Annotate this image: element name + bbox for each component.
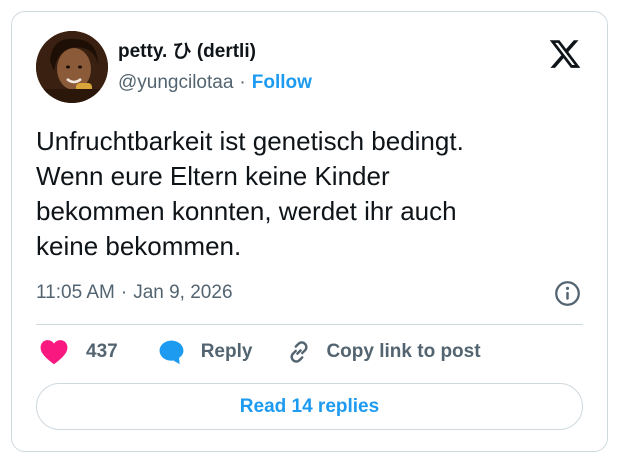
heart-icon bbox=[40, 340, 68, 365]
info-icon[interactable] bbox=[554, 280, 581, 307]
link-icon bbox=[290, 341, 308, 363]
copy-link-label: Copy link to post bbox=[326, 341, 481, 362]
tweet-text-line: Wenn eure Eltern keine Kinder bbox=[36, 161, 390, 191]
tweet-text: Unfruchtbarkeit ist genetisch bedingt. W… bbox=[36, 124, 556, 264]
reply-button[interactable]: Reply bbox=[158, 339, 253, 365]
profile-photo bbox=[36, 31, 108, 103]
tweet-date: Jan 9, 2026 bbox=[133, 282, 233, 303]
tweet-time: 11:05 AM bbox=[36, 282, 115, 303]
tweet-text-line: bekommen konnten, werdet ihr auch bbox=[36, 196, 457, 226]
timestamp[interactable]: 11:05 AM · Jan 9, 2026 bbox=[36, 278, 233, 308]
tweet-text-line: keine bekommen. bbox=[36, 231, 242, 261]
separator-dot: · bbox=[239, 72, 246, 93]
like-button[interactable]: 437 bbox=[40, 339, 118, 365]
tweet-card: petty. ひ (dertli) @yungcilotaa · Follow … bbox=[11, 11, 608, 452]
follow-button[interactable]: Follow bbox=[252, 72, 312, 94]
author-handle[interactable]: @yungcilotaa bbox=[118, 72, 233, 94]
reply-label: Reply bbox=[200, 341, 253, 362]
copy-link-button[interactable]: Copy link to post bbox=[286, 339, 481, 365]
author-display-name[interactable]: petty. ひ (dertli) bbox=[118, 36, 256, 63]
author-name-row: petty. ひ (dertli) bbox=[118, 36, 256, 62]
x-logo-icon[interactable] bbox=[548, 37, 582, 71]
read-replies-button[interactable]: Read 14 replies bbox=[36, 383, 583, 430]
speech-bubble-icon bbox=[159, 340, 184, 365]
divider bbox=[36, 324, 583, 325]
like-count: 437 bbox=[86, 341, 118, 362]
tweet-text-line: Unfruchtbarkeit ist genetisch bedingt. bbox=[36, 126, 464, 156]
author-handle-row: @yungcilotaa · Follow bbox=[118, 70, 312, 96]
read-replies-label: Read 14 replies bbox=[239, 395, 380, 417]
separator-dot: · bbox=[120, 282, 128, 303]
action-bar: 437 Reply Copy link to post bbox=[36, 335, 481, 369]
avatar[interactable] bbox=[36, 31, 108, 103]
